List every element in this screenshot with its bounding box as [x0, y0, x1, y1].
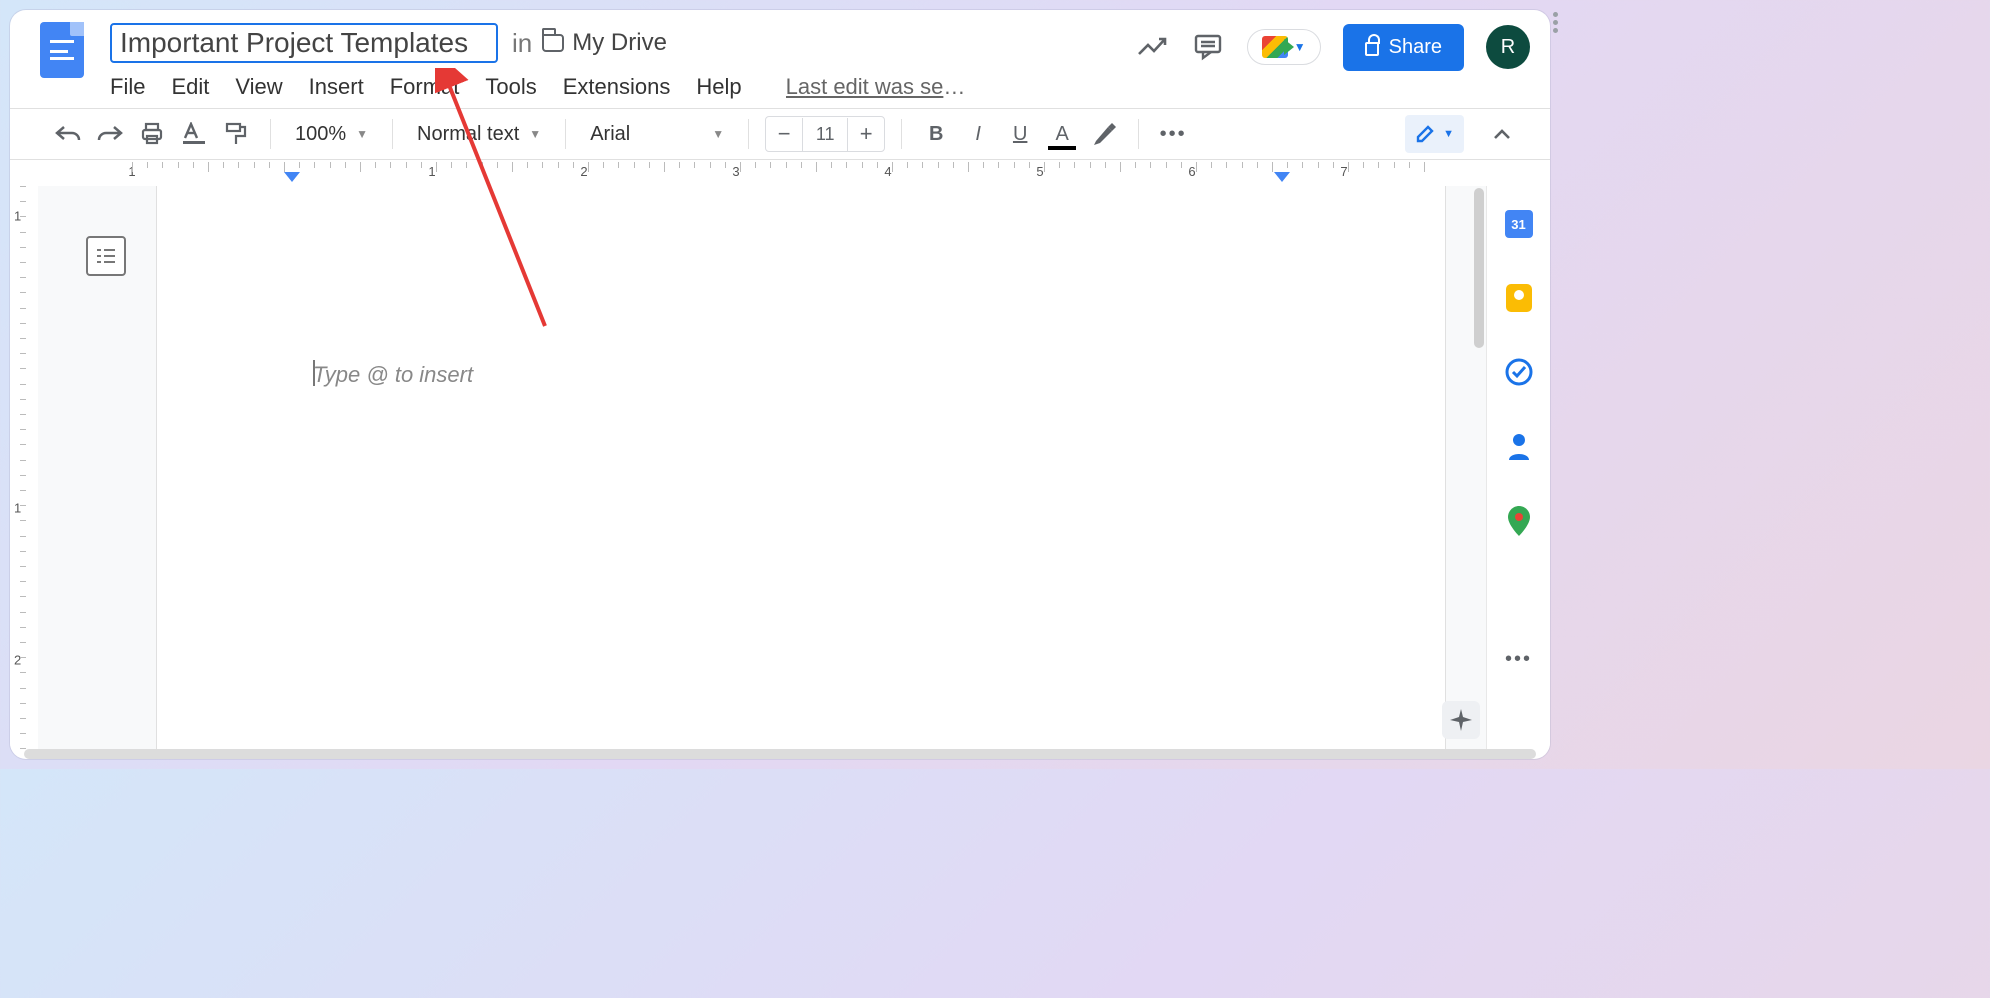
ruler-num: 4 — [884, 164, 891, 179]
contacts-icon[interactable] — [1504, 432, 1534, 460]
italic-button[interactable]: I — [960, 116, 996, 152]
caret-down-icon: ▼ — [1294, 40, 1306, 54]
folder-icon — [542, 34, 564, 52]
style-value: Normal text — [417, 123, 519, 146]
text-color-button[interactable]: A — [1044, 116, 1080, 152]
account-avatar[interactable]: R — [1486, 25, 1530, 69]
decrease-font-button[interactable]: − — [766, 117, 802, 151]
highlight-button[interactable] — [1086, 116, 1122, 152]
insert-placeholder: Type @ to insert — [313, 362, 473, 388]
explore-button[interactable] — [1442, 701, 1480, 739]
zoom-select[interactable]: 100% ▼ — [287, 123, 376, 146]
redo-button[interactable] — [92, 116, 128, 152]
google-docs-window: in My Drive ▼ Share R File Edi — [10, 10, 1550, 759]
side-panel: 31 ••• — [1486, 186, 1550, 749]
tasks-icon[interactable] — [1504, 358, 1534, 386]
document-canvas[interactable]: Type @ to insert — [38, 186, 1486, 749]
vertical-scrollbar[interactable] — [1474, 188, 1484, 348]
font-select[interactable]: Arial ▼ — [582, 123, 732, 146]
vruler-num: 2 — [14, 653, 21, 668]
more-toolbar-button[interactable]: ••• — [1155, 116, 1191, 152]
collapse-toolbar-button[interactable] — [1484, 116, 1520, 152]
title-actions: ▼ Share R — [1135, 24, 1530, 71]
editing-mode-button[interactable]: ▼ — [1405, 115, 1464, 153]
show-outline-button[interactable] — [86, 236, 126, 276]
right-indent-marker[interactable] — [1274, 172, 1290, 182]
vertical-ruler[interactable]: 1 1 2 — [10, 186, 38, 749]
spellcheck-button[interactable] — [176, 116, 212, 152]
paragraph-style-select[interactable]: Normal text ▼ — [409, 123, 549, 146]
caret-down-icon: ▼ — [1443, 128, 1454, 140]
maps-icon[interactable] — [1504, 506, 1534, 536]
undo-button[interactable] — [50, 116, 86, 152]
in-label: in — [512, 28, 532, 59]
document-title-input[interactable] — [110, 23, 498, 63]
horizontal-ruler[interactable]: 1 1 2 3 4 5 6 7 — [10, 160, 1550, 186]
location-chip[interactable]: My Drive — [542, 29, 667, 57]
browser-scroll-indicator — [1553, 12, 1558, 33]
ruler-num: 3 — [732, 164, 739, 179]
keep-icon[interactable] — [1504, 284, 1534, 312]
ruler-num: 5 — [1036, 164, 1043, 179]
vruler-num: 1 — [14, 501, 21, 516]
document-page[interactable]: Type @ to insert — [156, 186, 1446, 749]
lock-icon — [1365, 42, 1379, 56]
ruler-num: 7 — [1340, 164, 1347, 179]
content-area: 1 1 2 Type @ to insert 31 — [10, 186, 1550, 749]
print-button[interactable] — [134, 116, 170, 152]
left-indent-marker[interactable] — [284, 172, 300, 182]
ruler-num: 1 — [428, 164, 435, 179]
menu-insert[interactable]: Insert — [309, 74, 364, 100]
font-size-control: − 11 + — [765, 116, 885, 152]
menu-file[interactable]: File — [110, 74, 145, 100]
titlebar: in My Drive ▼ Share R — [10, 10, 1550, 68]
caret-down-icon: ▼ — [356, 127, 368, 141]
underline-button[interactable]: U — [1002, 116, 1038, 152]
meet-button[interactable]: ▼ — [1247, 29, 1321, 65]
comments-icon[interactable] — [1191, 30, 1225, 64]
share-label: Share — [1389, 36, 1442, 59]
menu-edit[interactable]: Edit — [171, 74, 209, 100]
caret-down-icon: ▼ — [529, 127, 541, 141]
ruler-num: 2 — [580, 164, 587, 179]
caret-down-icon: ▼ — [712, 127, 724, 141]
last-edit-link[interactable]: Last edit was sec… — [786, 74, 976, 100]
location-name: My Drive — [572, 29, 667, 57]
menu-view[interactable]: View — [235, 74, 282, 100]
menu-tools[interactable]: Tools — [485, 74, 536, 100]
menu-extensions[interactable]: Extensions — [563, 74, 671, 100]
share-button[interactable]: Share — [1343, 24, 1464, 71]
font-size-value[interactable]: 11 — [802, 118, 848, 151]
paint-format-button[interactable] — [218, 116, 254, 152]
increase-font-button[interactable]: + — [848, 117, 884, 151]
version-history-icon[interactable] — [1135, 30, 1169, 64]
menu-format[interactable]: Format — [390, 74, 460, 100]
meet-icon — [1262, 36, 1288, 58]
ruler-num: 6 — [1188, 164, 1195, 179]
menubar: File Edit View Insert Format Tools Exten… — [10, 68, 1550, 108]
menu-help[interactable]: Help — [696, 74, 741, 100]
more-addons-button[interactable]: ••• — [1504, 648, 1534, 671]
docs-logo-icon[interactable] — [40, 22, 84, 78]
horizontal-scrollbar[interactable] — [24, 749, 1536, 759]
toolbar: 100% ▼ Normal text ▼ Arial ▼ − 11 + B I … — [10, 108, 1550, 160]
zoom-value: 100% — [295, 123, 346, 146]
calendar-icon[interactable]: 31 — [1504, 210, 1534, 238]
bold-button[interactable]: B — [918, 116, 954, 152]
font-value: Arial — [590, 123, 630, 146]
